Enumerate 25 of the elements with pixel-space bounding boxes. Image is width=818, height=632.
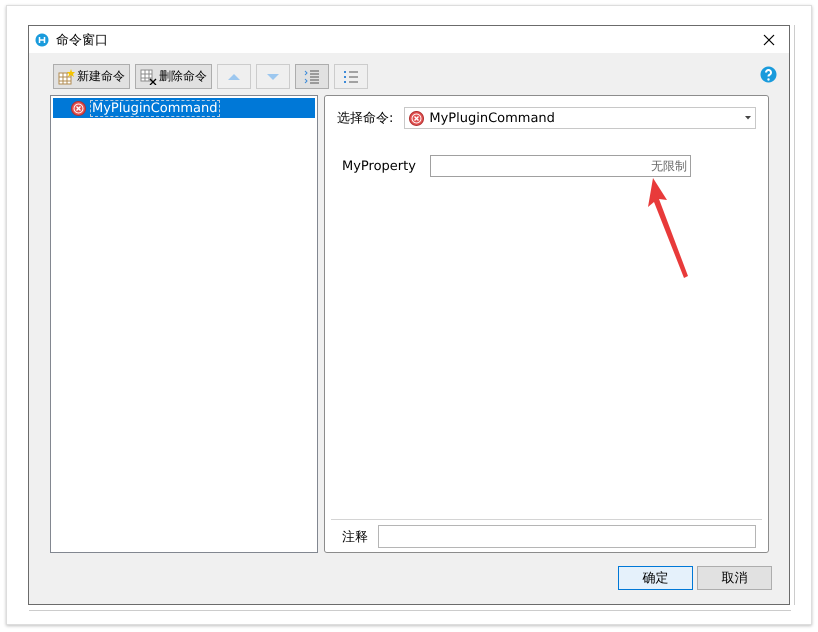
window-title: 命令窗口 xyxy=(56,32,109,48)
up-arrow-icon xyxy=(228,73,240,80)
grid-icon xyxy=(58,68,75,84)
error-icon xyxy=(71,100,86,116)
field-label: MyProperty xyxy=(342,158,416,174)
error-icon xyxy=(409,110,424,126)
help-icon[interactable] xyxy=(760,66,777,83)
dialog-button[interactable]: 取消 xyxy=(697,566,772,590)
command-dropdown[interactable]: MyPluginCommand xyxy=(404,107,756,129)
down-arrow-icon xyxy=(267,74,279,80)
list-icon xyxy=(343,68,359,84)
command-item[interactable]: MyPluginCommand xyxy=(53,98,315,118)
indent-button[interactable] xyxy=(295,64,329,89)
grid-icon xyxy=(140,68,157,84)
close-icon xyxy=(763,34,775,46)
caret-icon xyxy=(745,116,751,120)
app-icon xyxy=(35,32,49,46)
field-label: 注释 xyxy=(342,528,368,546)
new-button[interactable]: 新建命令 xyxy=(53,64,130,89)
delete-button[interactable]: 删除命令 xyxy=(135,64,212,89)
field-label: 选择命令: xyxy=(337,110,394,127)
dialog-button[interactable]: 确定 xyxy=(618,566,693,590)
input-field[interactable]: 无限制 xyxy=(430,155,691,177)
comment-field[interactable] xyxy=(378,525,756,548)
indent-icon xyxy=(304,68,320,84)
